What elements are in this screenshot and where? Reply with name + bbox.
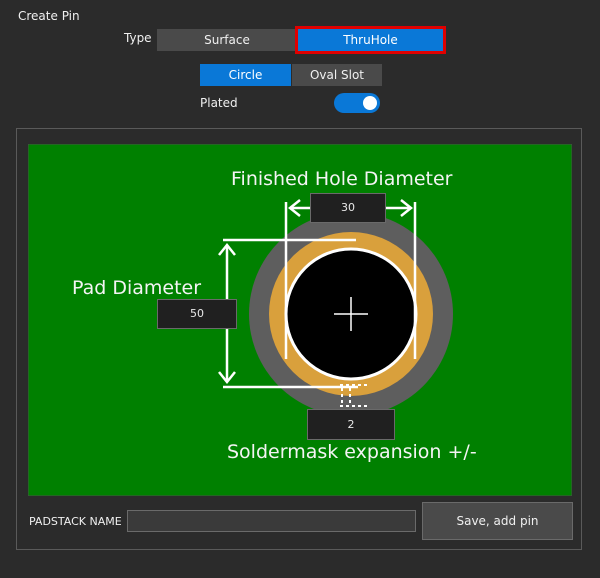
finished-hole-input[interactable]: 30: [310, 193, 386, 223]
type-option-thruhole[interactable]: ThruHole: [295, 26, 446, 54]
pad-diameter-label: Pad Diameter: [72, 277, 202, 299]
type-option-surface[interactable]: Surface: [157, 29, 297, 51]
finished-hole-label: Finished Hole Diameter: [231, 168, 453, 190]
plated-label: Plated: [200, 96, 238, 110]
soldermask-label: Soldermask expansion +/-: [227, 441, 477, 463]
padstack-name-input[interactable]: [127, 510, 416, 532]
padstack-name-label: PADSTACK NAME: [29, 515, 122, 528]
save-add-pin-button[interactable]: Save, add pin: [422, 502, 573, 540]
soldermask-input[interactable]: 2: [307, 409, 395, 440]
pad-diameter-input[interactable]: 50: [157, 299, 237, 329]
shape-option-circle[interactable]: Circle: [200, 64, 291, 86]
dialog-title: Create Pin: [18, 9, 80, 23]
type-label: Type: [124, 31, 152, 45]
plated-toggle[interactable]: [334, 93, 380, 113]
shape-option-oval-slot[interactable]: Oval Slot: [292, 64, 382, 86]
toggle-knob: [363, 96, 377, 110]
